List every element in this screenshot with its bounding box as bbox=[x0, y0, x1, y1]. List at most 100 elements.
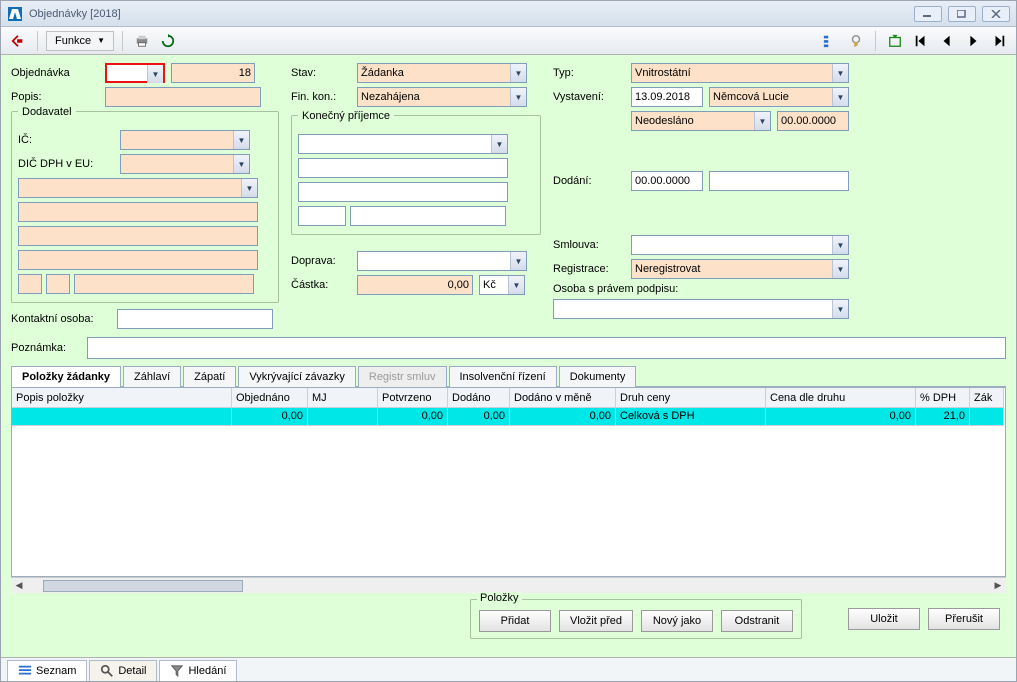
ic-select[interactable]: ▼ bbox=[120, 130, 250, 150]
smlouva-label: Smlouva: bbox=[553, 239, 625, 251]
tab-insolvencni[interactable]: Insolvenční řízení bbox=[449, 366, 557, 387]
castka-currency[interactable]: Kč▼ bbox=[479, 275, 525, 295]
novy-jako-button[interactable]: Nový jako bbox=[641, 610, 713, 632]
nav-next-icon[interactable] bbox=[962, 30, 984, 52]
vystaveni-date[interactable]: 13.09.2018 bbox=[631, 87, 703, 107]
col-mj[interactable]: MJ bbox=[308, 388, 378, 408]
col-cena-druhu[interactable]: Cena dle druhu bbox=[766, 388, 916, 408]
kontaktni-input[interactable] bbox=[117, 309, 273, 329]
konecny-legend: Konečný příjemce bbox=[298, 110, 394, 122]
konecny-select[interactable]: ▼ bbox=[298, 134, 508, 154]
footer-tab-hledani[interactable]: Hledání bbox=[159, 660, 237, 681]
dodavatel-name-select[interactable]: ▼ bbox=[18, 178, 258, 198]
scroll-thumb[interactable] bbox=[43, 580, 243, 592]
polozky-legend: Položky bbox=[477, 592, 522, 604]
dic-select[interactable]: ▼ bbox=[120, 154, 250, 174]
registrace-select[interactable]: Neregistrovat▼ bbox=[631, 259, 849, 279]
popis-input[interactable] bbox=[105, 87, 261, 107]
app-icon bbox=[7, 6, 23, 22]
dodani-extra[interactable] bbox=[709, 171, 849, 191]
dodavatel-line4[interactable] bbox=[74, 274, 254, 294]
footer-tab-detail[interactable]: Detail bbox=[89, 660, 157, 681]
funnel-icon bbox=[170, 664, 184, 678]
footer-tab-seznam[interactable]: Seznam bbox=[7, 660, 87, 681]
dodani-date[interactable]: 00.00.0000 bbox=[631, 171, 703, 191]
titlebar: Objednávky [2018] bbox=[1, 1, 1016, 27]
nav-last-icon[interactable] bbox=[988, 30, 1010, 52]
print-icon[interactable] bbox=[131, 30, 153, 52]
konecny-line2[interactable] bbox=[298, 182, 508, 202]
minimize-button[interactable] bbox=[914, 6, 942, 22]
dic-label: DIČ DPH v EU: bbox=[18, 158, 114, 170]
finkon-select[interactable]: Nezahájena▼ bbox=[357, 87, 527, 107]
odstranit-button[interactable]: Odstranit bbox=[721, 610, 793, 632]
konecny-fieldset: Konečný příjemce ▼ bbox=[291, 115, 541, 235]
export-icon[interactable] bbox=[884, 30, 906, 52]
filter-icon[interactable] bbox=[845, 30, 867, 52]
scroll-right-icon[interactable]: ▶ bbox=[990, 578, 1006, 594]
funkce-dropdown[interactable]: Funkce▼ bbox=[46, 31, 114, 51]
col-pct-dph[interactable]: % DPH bbox=[916, 388, 970, 408]
prerusit-button[interactable]: Přerušit bbox=[928, 608, 1000, 630]
window-title: Objednávky [2018] bbox=[29, 8, 914, 20]
odeslano-date[interactable]: 00.00.0000 bbox=[777, 111, 849, 131]
poznamka-label: Poznámka: bbox=[11, 342, 81, 354]
vystaveni-person-select[interactable]: Němcová Lucie▼ bbox=[709, 87, 849, 107]
stav-label: Stav: bbox=[291, 67, 351, 79]
tab-vykryvajici[interactable]: Vykrývající závazky bbox=[238, 366, 356, 387]
osoba-podpis-select[interactable]: ▼ bbox=[553, 299, 849, 319]
tab-dokumenty[interactable]: Dokumenty bbox=[559, 366, 637, 387]
col-potvrzeno[interactable]: Potvrzeno bbox=[378, 388, 448, 408]
typ-select[interactable]: Vnitrostátní▼ bbox=[631, 63, 849, 83]
dodavatel-sm2[interactable] bbox=[46, 274, 70, 294]
osoba-podpis-label: Osoba s právem podpisu: bbox=[553, 283, 683, 295]
tab-zahlavi[interactable]: Záhlaví bbox=[123, 366, 181, 387]
konecny-zip[interactable] bbox=[298, 206, 346, 226]
form-content: Objednávka ▼ 18 Popis: Dodavatel IČ:▼ DI… bbox=[1, 55, 1016, 657]
objednavka-series-select[interactable]: ▼ bbox=[105, 63, 165, 83]
dodavatel-legend: Dodavatel bbox=[18, 106, 76, 118]
pridat-button[interactable]: Přidat bbox=[479, 610, 551, 632]
tab-polozky[interactable]: Položky žádanky bbox=[11, 366, 121, 387]
tab-registr: Registr smluv bbox=[358, 366, 447, 387]
col-dodano[interactable]: Dodáno bbox=[448, 388, 510, 408]
objednavka-number[interactable]: 18 bbox=[171, 63, 255, 83]
maximize-button[interactable] bbox=[948, 6, 976, 22]
grid-hscroll[interactable]: ◀ ▶ bbox=[11, 577, 1006, 593]
poznamka-input[interactable] bbox=[87, 337, 1006, 359]
grid-header: Popis položky Objednáno MJ Potvrzeno Dod… bbox=[12, 388, 1005, 408]
konecny-city[interactable] bbox=[350, 206, 506, 226]
tree-icon[interactable] bbox=[819, 30, 841, 52]
nav-first-icon[interactable] bbox=[910, 30, 932, 52]
col-popis[interactable]: Popis položky bbox=[12, 388, 232, 408]
dodavatel-sm1[interactable] bbox=[18, 274, 42, 294]
stav-select[interactable]: Žádanka▼ bbox=[357, 63, 527, 83]
scroll-left-icon[interactable]: ◀ bbox=[11, 578, 27, 594]
konecny-line1[interactable] bbox=[298, 158, 508, 178]
col-dodano-mene[interactable]: Dodáno v měně bbox=[510, 388, 616, 408]
odeslano-select[interactable]: Neodesláno▼ bbox=[631, 111, 771, 131]
dodavatel-line3[interactable] bbox=[18, 250, 258, 270]
nav-prev-icon[interactable] bbox=[936, 30, 958, 52]
col-druh-ceny[interactable]: Druh ceny bbox=[616, 388, 766, 408]
items-grid[interactable]: Popis položky Objednáno MJ Potvrzeno Dod… bbox=[11, 387, 1006, 577]
back-icon[interactable] bbox=[7, 30, 29, 52]
doprava-select[interactable]: ▼ bbox=[357, 251, 527, 271]
dodavatel-line1[interactable] bbox=[18, 202, 258, 222]
castka-value[interactable]: 0,00 bbox=[357, 275, 473, 295]
refresh-icon[interactable] bbox=[157, 30, 179, 52]
footer-tabs: Seznam Detail Hledání bbox=[1, 657, 1016, 681]
dodavatel-line2[interactable] bbox=[18, 226, 258, 246]
tab-zapati[interactable]: Zápatí bbox=[183, 366, 236, 387]
registrace-label: Registrace: bbox=[553, 263, 625, 275]
col-zak[interactable]: Zák bbox=[970, 388, 1004, 408]
doprava-label: Doprava: bbox=[291, 255, 351, 267]
smlouva-select[interactable]: ▼ bbox=[631, 235, 849, 255]
toolbar: Funkce▼ bbox=[1, 27, 1016, 55]
col-objednano[interactable]: Objednáno bbox=[232, 388, 308, 408]
objednavka-label: Objednávka bbox=[11, 67, 99, 79]
table-row[interactable]: 0,00 0,00 0,00 0,00 Celková s DPH 0,00 2… bbox=[12, 408, 1005, 426]
vlozit-pred-button[interactable]: Vložit před bbox=[559, 610, 633, 632]
close-button[interactable] bbox=[982, 6, 1010, 22]
ulozit-button[interactable]: Uložit bbox=[848, 608, 920, 630]
